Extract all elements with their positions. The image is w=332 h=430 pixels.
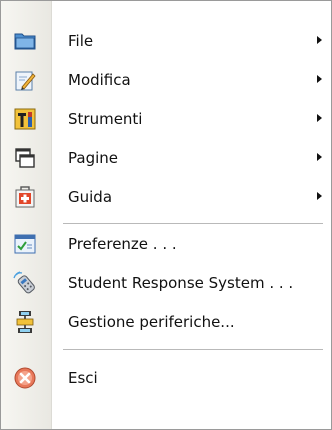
folder-icon bbox=[13, 29, 37, 53]
menu-item-strumenti-label: Strumenti bbox=[68, 110, 143, 128]
menu-item-preferenze[interactable]: Preferenze . . . bbox=[1, 227, 331, 261]
menu-item-modifica[interactable]: Modifica bbox=[1, 63, 331, 97]
submenu-arrow-icon bbox=[317, 75, 322, 83]
menu-item-guida-label: Guida bbox=[68, 188, 113, 206]
menu-separator bbox=[63, 349, 323, 350]
menu-item-modifica-label: Modifica bbox=[68, 71, 131, 89]
menu-item-preferenze-label: Preferenze . . . bbox=[68, 235, 177, 253]
help-kit-icon bbox=[13, 185, 37, 209]
submenu-arrow-icon bbox=[317, 114, 322, 122]
menu-item-esci-label: Esci bbox=[68, 369, 98, 387]
submenu-arrow-icon bbox=[317, 36, 322, 44]
menu-item-student-response-system-label: Student Response System . . . bbox=[68, 274, 294, 292]
menu-item-esci[interactable]: Esci bbox=[1, 361, 331, 395]
menu-item-gestione-periferiche-label: Gestione periferiche... bbox=[68, 313, 235, 331]
menu-separator bbox=[63, 223, 323, 224]
menu-item-pagine[interactable]: Pagine bbox=[1, 141, 331, 175]
menu-item-strumenti[interactable]: Strumenti bbox=[1, 102, 331, 136]
menu-item-student-response-system[interactable]: Student Response System . . . bbox=[1, 266, 331, 300]
menu-item-file[interactable]: File bbox=[1, 24, 331, 58]
response-remote-icon bbox=[13, 271, 37, 295]
menu-item-gestione-periferiche[interactable]: Gestione periferiche... bbox=[1, 305, 331, 339]
tools-icon bbox=[13, 107, 37, 131]
pages-icon bbox=[13, 146, 37, 170]
preferences-icon bbox=[13, 232, 37, 256]
context-menu: File Modifica Strumenti Pagine Guida Pre… bbox=[0, 0, 332, 430]
exit-icon bbox=[13, 366, 37, 390]
menu-item-pagine-label: Pagine bbox=[68, 149, 118, 167]
submenu-arrow-icon bbox=[317, 153, 322, 161]
menu-item-guida[interactable]: Guida bbox=[1, 180, 331, 214]
device-manager-icon bbox=[13, 310, 37, 334]
edit-document-icon bbox=[13, 68, 37, 92]
menu-item-file-label: File bbox=[68, 32, 94, 50]
submenu-arrow-icon bbox=[317, 192, 322, 200]
